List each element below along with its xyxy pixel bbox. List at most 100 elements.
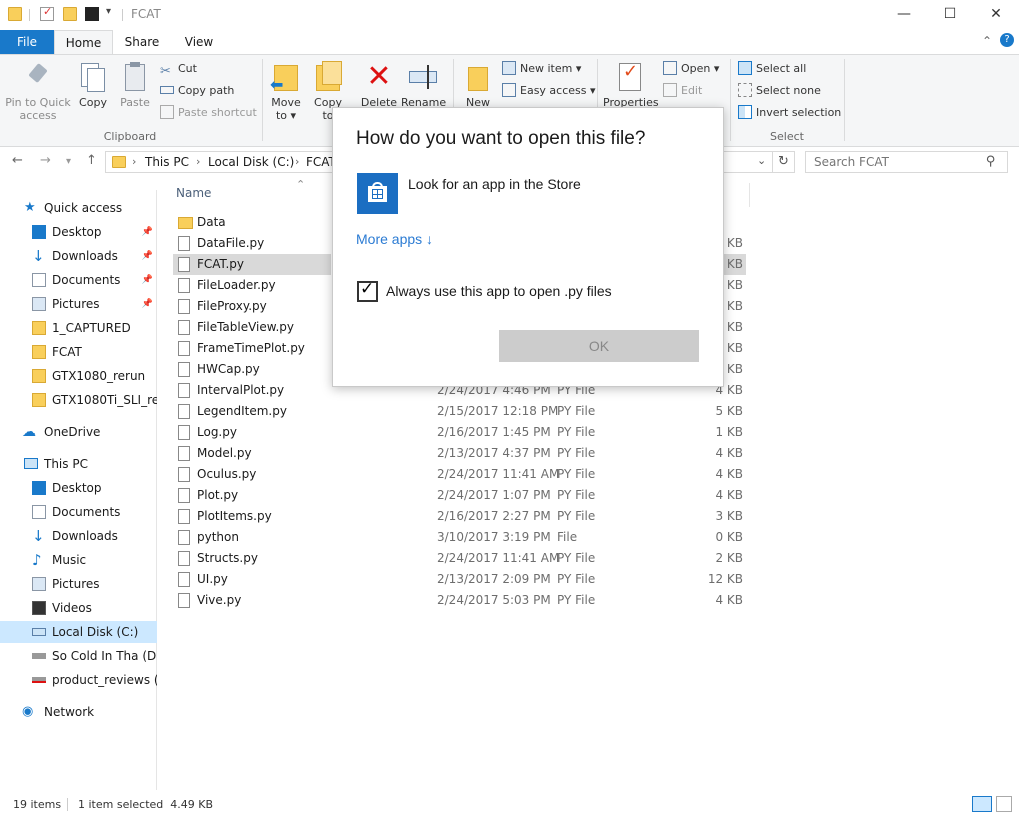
nav-quick-item[interactable]: ↓ Downloads 📌 bbox=[0, 245, 157, 267]
file-name: Plot.py bbox=[197, 488, 239, 502]
divider bbox=[67, 798, 68, 811]
nav-pc-item[interactable]: Videos bbox=[0, 597, 157, 619]
always-use-label[interactable]: Always use this app to open .py files bbox=[386, 283, 612, 299]
minimize-button[interactable]: — bbox=[881, 0, 927, 30]
properties-button[interactable]: ✓ Properties bbox=[603, 61, 659, 110]
nav-pc-item[interactable]: product_reviews (\\ bbox=[0, 669, 157, 691]
new-folder-icon[interactable] bbox=[63, 7, 77, 21]
nav-onedrive[interactable]: ☁ OneDrive bbox=[0, 421, 157, 443]
nav-quick-item[interactable]: GTX1080Ti_SLI_reru bbox=[0, 389, 157, 411]
nav-pc-item[interactable]: ↓ Downloads bbox=[0, 525, 157, 547]
terminal-icon[interactable] bbox=[85, 7, 99, 21]
chevron-right-icon[interactable]: › bbox=[132, 155, 136, 168]
file-row[interactable]: Model.py 2/13/2017 4:37 PM PY File 4 KB bbox=[173, 443, 743, 464]
easy-access-button[interactable]: Easy access ▾ bbox=[502, 81, 596, 101]
close-button[interactable]: ✕ bbox=[973, 0, 1019, 30]
column-header-name[interactable]: Name bbox=[176, 186, 211, 200]
nav-network[interactable]: ◉ Network bbox=[0, 701, 157, 723]
always-use-checkbox[interactable]: ✓ bbox=[357, 279, 378, 302]
pin-to-quick-access-button[interactable]: Pin to Quick access bbox=[4, 61, 72, 122]
store-icon[interactable] bbox=[357, 173, 398, 214]
file-row[interactable]: Oculus.py 2/24/2017 11:41 AM PY File 4 KB bbox=[173, 464, 743, 485]
refresh-icon[interactable]: ↻ bbox=[778, 154, 789, 169]
nav-label: Local Disk (C:) bbox=[52, 625, 139, 639]
open-button[interactable]: Open ▾ bbox=[663, 59, 719, 79]
file-row[interactable]: Structs.py 2/24/2017 11:41 AM PY File 2 KB bbox=[173, 548, 743, 569]
new-item-button[interactable]: New item ▾ bbox=[502, 59, 581, 79]
store-option-label[interactable]: Look for an app in the Store bbox=[408, 176, 581, 192]
customize-qat-icon[interactable]: ▾ bbox=[106, 6, 111, 17]
nav-pc-item[interactable]: Documents bbox=[0, 501, 157, 523]
search-box[interactable]: ⚲ bbox=[805, 151, 1008, 173]
divider bbox=[749, 183, 750, 207]
address-dropdown-icon[interactable]: ⌄ bbox=[757, 154, 766, 167]
file-row[interactable]: UI.py 2/13/2017 2:09 PM PY File 12 KB bbox=[173, 569, 743, 590]
file-row[interactable]: Log.py 2/16/2017 1:45 PM PY File 1 KB bbox=[173, 422, 743, 443]
nav-quick-item[interactable]: Documents 📌 bbox=[0, 269, 157, 291]
new-folder-button[interactable]: New bbox=[460, 61, 496, 109]
file-row[interactable]: Plot.py 2/24/2017 1:07 PM PY File 4 KB bbox=[173, 485, 743, 506]
nav-quick-item[interactable]: FCAT bbox=[0, 341, 157, 363]
recent-locations-icon[interactable]: ▾ bbox=[66, 156, 71, 167]
nav-quick-item[interactable]: GTX1080_rerun bbox=[0, 365, 157, 387]
nav-pc-item[interactable]: So Cold In Tha (D:) bbox=[0, 645, 157, 667]
collapse-ribbon-icon[interactable]: ⌃ bbox=[982, 34, 992, 48]
scissors-icon: ✂ bbox=[160, 64, 171, 79]
details-view-icon[interactable] bbox=[972, 796, 992, 812]
breadcrumb-this-pc[interactable]: This PC bbox=[145, 155, 189, 169]
edit-button[interactable]: Edit bbox=[663, 81, 702, 101]
forward-icon[interactable]: → bbox=[40, 153, 51, 168]
nav-quick-item[interactable]: Pictures 📌 bbox=[0, 293, 157, 315]
up-icon[interactable]: ↑ bbox=[86, 153, 97, 168]
nav-quick-access[interactable]: ★ Quick access bbox=[0, 197, 157, 219]
pin-icon[interactable]: 📌 bbox=[142, 221, 153, 243]
nav-quick-item[interactable]: 1_CAPTURED bbox=[0, 317, 157, 339]
nav-label: Documents bbox=[52, 505, 121, 519]
back-icon[interactable]: ← bbox=[12, 153, 23, 168]
search-icon[interactable]: ⚲ bbox=[986, 154, 996, 169]
tab-view[interactable]: View bbox=[171, 30, 227, 54]
select-none-button[interactable]: Select none bbox=[738, 81, 821, 101]
copy-button[interactable]: Copy bbox=[76, 61, 110, 109]
pin-icon[interactable]: 📌 bbox=[142, 293, 153, 315]
nav-this-pc[interactable]: This PC bbox=[0, 453, 157, 475]
file-row[interactable]: python 3/10/2017 3:19 PM File 0 KB bbox=[173, 527, 743, 548]
nav-pc-item[interactable]: ♪ Music bbox=[0, 549, 157, 571]
file-row[interactable]: Vive.py 2/24/2017 5:03 PM PY File 4 KB bbox=[173, 590, 743, 611]
nav-pc-item[interactable]: Pictures bbox=[0, 573, 157, 595]
pin-icon[interactable]: 📌 bbox=[142, 245, 153, 267]
folder-icon bbox=[32, 345, 46, 359]
chevron-right-icon[interactable]: › bbox=[196, 155, 200, 168]
nav-pc-item[interactable]: Local Disk (C:) bbox=[0, 621, 157, 643]
file-type: PY File bbox=[557, 467, 596, 481]
nav-quick-item[interactable]: Desktop 📌 bbox=[0, 221, 157, 243]
file-icon bbox=[178, 425, 190, 440]
help-icon[interactable]: ? bbox=[1000, 33, 1014, 47]
rename-button[interactable]: Rename bbox=[401, 61, 446, 109]
copy-path-button[interactable]: Copy path bbox=[160, 81, 234, 101]
move-to-button[interactable]: ⬅ Move to ▾ bbox=[269, 61, 303, 122]
divider bbox=[772, 152, 773, 172]
more-apps-link[interactable]: More apps ↓ bbox=[356, 231, 433, 247]
delete-button[interactable]: ✕ Delete bbox=[360, 61, 398, 110]
paste-shortcut-button[interactable]: Paste shortcut bbox=[160, 103, 257, 123]
paste-button[interactable]: Paste bbox=[117, 61, 153, 109]
tab-home[interactable]: Home bbox=[54, 30, 113, 54]
large-icons-view-icon[interactable] bbox=[996, 796, 1012, 812]
tab-share[interactable]: Share bbox=[113, 30, 171, 54]
breadcrumb-local-disk[interactable]: Local Disk (C:) bbox=[208, 155, 294, 169]
maximize-button[interactable]: ☐ bbox=[927, 0, 973, 30]
pin-icon[interactable]: 📌 bbox=[142, 269, 153, 291]
file-row[interactable]: PlotItems.py 2/16/2017 2:27 PM PY File 3 KB bbox=[173, 506, 743, 527]
properties-icon[interactable]: ✓ bbox=[40, 5, 54, 21]
ok-button[interactable]: OK bbox=[499, 330, 699, 362]
cut-button[interactable]: ✂ Cut bbox=[160, 59, 197, 79]
invert-selection-button[interactable]: Invert selection bbox=[738, 103, 841, 123]
copy-label: Copy bbox=[79, 96, 107, 109]
search-input[interactable] bbox=[814, 154, 984, 170]
file-row[interactable]: LegendItem.py 2/15/2017 12:18 PM PY File 5 … bbox=[173, 401, 743, 422]
select-all-button[interactable]: Select all bbox=[738, 59, 806, 79]
chevron-right-icon[interactable]: › bbox=[295, 155, 299, 168]
tab-file[interactable]: File bbox=[0, 30, 54, 54]
nav-pc-item[interactable]: Desktop bbox=[0, 477, 157, 499]
